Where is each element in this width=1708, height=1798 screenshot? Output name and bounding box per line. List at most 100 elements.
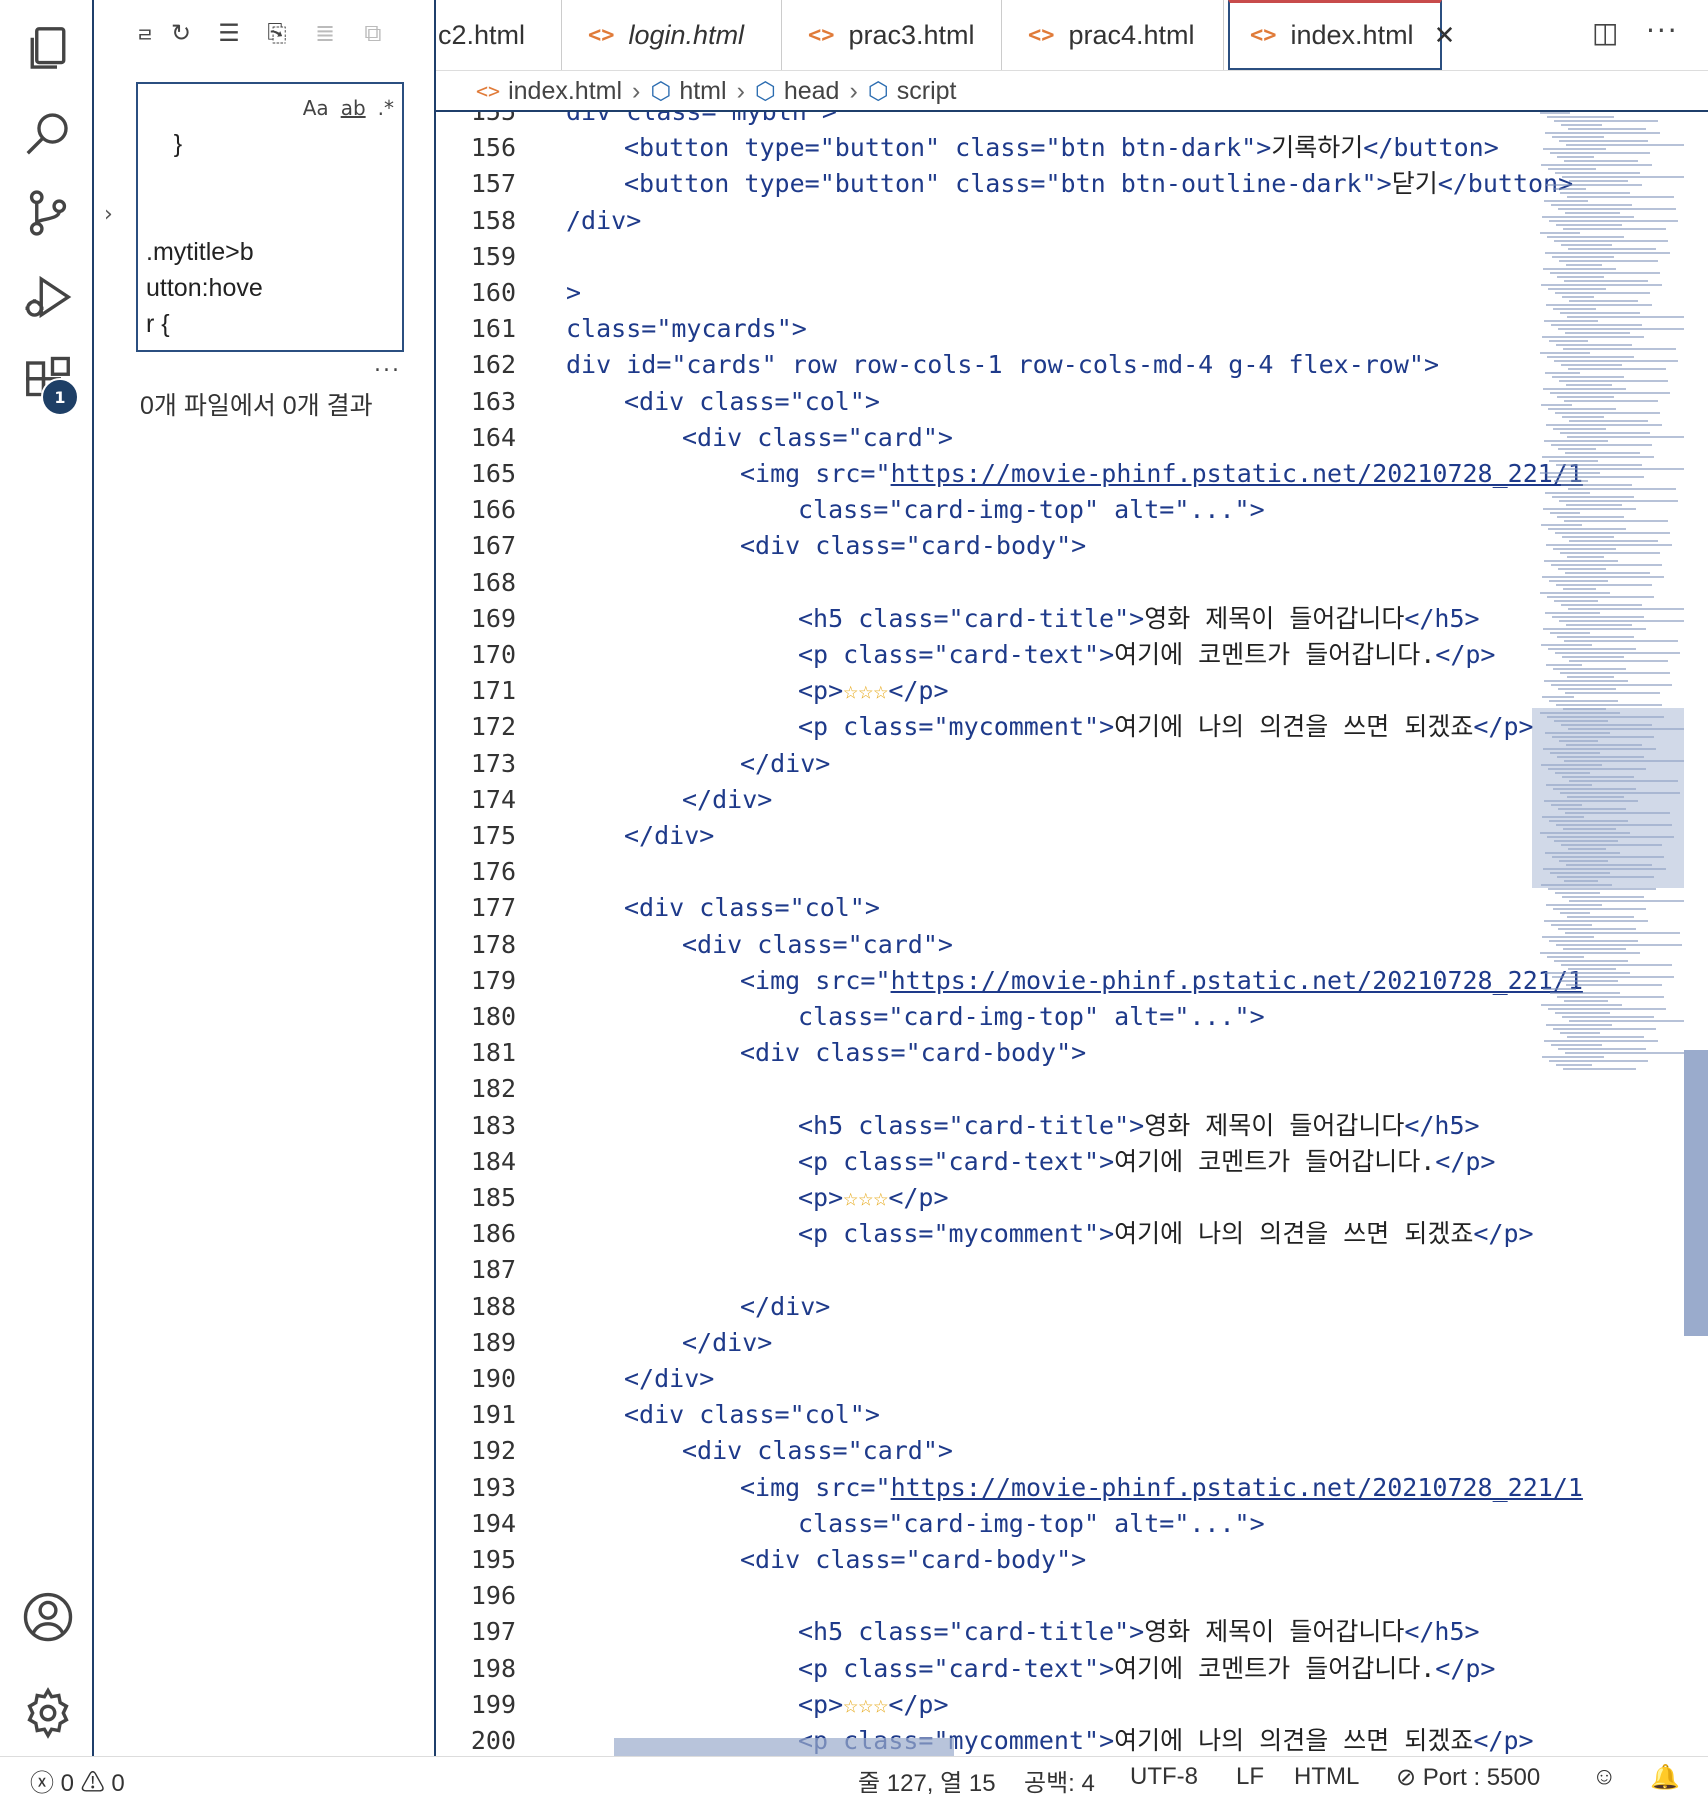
code-line[interactable]: 180 class="card-img-top" alt="...">	[436, 999, 1536, 1035]
tab-index[interactable]: <> index.html ✕	[1228, 0, 1455, 70]
clear-results-icon[interactable]: ☰	[212, 16, 246, 50]
breadcrumb-item[interactable]: ⬡ head	[755, 77, 840, 106]
code-line[interactable]: 181 <div class="card-body">	[436, 1035, 1536, 1071]
language-mode[interactable]: HTML	[1294, 1763, 1359, 1791]
explorer-icon[interactable]	[19, 20, 77, 78]
regex-option[interactable]: .*	[378, 96, 394, 120]
code-line[interactable]: 199 <p>☆☆☆</p>	[436, 1687, 1536, 1723]
code-line[interactable]: 193 <img src="https://movie-phinf.pstatic…	[436, 1470, 1583, 1506]
tab-prac3[interactable]: <> prac3.html	[782, 0, 1002, 70]
code-line[interactable]: 160 >	[436, 275, 1536, 311]
code-line[interactable]: 187	[436, 1252, 1536, 1288]
code-line[interactable]: 172 <p class="mycomment">여기에 나의 의견을 쓰면 되겠…	[436, 709, 1536, 745]
code-line[interactable]: 177 <div class="col">	[436, 890, 1536, 926]
html-file-icon: <>	[1250, 23, 1277, 48]
breadcrumb-item[interactable]: ⬡ script	[868, 77, 957, 106]
match-case-option[interactable]: Aa	[303, 96, 329, 120]
code-line[interactable]: 179 <img src="https://movie-phinf.pstatic…	[436, 963, 1583, 999]
collapse-all-icon[interactable]: ≣	[308, 16, 342, 50]
code-line[interactable]: 200<p class="mycomment">여기에 나의 의견을 쓰면 되겠…	[436, 1723, 1536, 1756]
minimap-line	[1561, 604, 1642, 606]
code-line[interactable]: 167 <div class="card-body">	[436, 528, 1536, 564]
code-line[interactable]: 163 <div class="col">	[436, 384, 1536, 420]
code-line[interactable]: 186 <p class="mycomment">여기에 나의 의견을 쓰면 되겠…	[436, 1216, 1536, 1252]
code-line[interactable]: 165 <img src="https://movie-phinf.pstatic…	[436, 456, 1583, 492]
code-editor[interactable]: 155 div class="mybtn"> 156 <button type="bu…	[436, 112, 1708, 1756]
extensions-icon[interactable]: 1	[19, 352, 79, 416]
code-line[interactable]: 178 <div class="card">	[436, 927, 1536, 963]
refresh-icon[interactable]: ↻	[164, 16, 198, 50]
minimap[interactable]	[1536, 112, 1684, 1756]
minimap-viewport[interactable]	[1532, 708, 1684, 888]
indentation[interactable]: 공백: 4	[1024, 1763, 1095, 1798]
code-line[interactable]: 164 <div class="card">	[436, 420, 1536, 456]
minimap-line	[1568, 608, 1684, 610]
expand-all-icon[interactable]: ⧉	[356, 16, 390, 50]
line-ending[interactable]: LF	[1236, 1763, 1264, 1791]
tab-c2[interactable]: c2.html	[436, 0, 562, 70]
code-line[interactable]: 182	[436, 1071, 1536, 1107]
problems-indicator[interactable]: ⓧ 0 ⚠ 0	[30, 1763, 125, 1798]
chevron-right-icon[interactable]: ›	[104, 202, 113, 227]
code-line[interactable]: 188 </div>	[436, 1289, 1536, 1325]
code-line[interactable]: 158/div>	[436, 203, 1536, 239]
code-line[interactable]: 191 <div class="col">	[436, 1397, 1536, 1433]
code-line[interactable]: 196	[436, 1578, 1536, 1614]
code-line[interactable]: 185 <p>☆☆☆</p>	[436, 1180, 1536, 1216]
whole-word-option[interactable]: ab	[341, 96, 366, 120]
feedback-icon[interactable]: ☺	[1592, 1763, 1617, 1791]
code-line[interactable]: 189 </div>	[436, 1325, 1536, 1361]
code-line[interactable]: 171 <p>☆☆☆</p>	[436, 673, 1536, 709]
tab-label: login.html	[628, 19, 745, 50]
editor-scrollbar[interactable]	[1684, 1050, 1708, 1336]
code-line[interactable]: 197 <h5 class="card-title">영화 제목이 들어갑니다</…	[436, 1614, 1536, 1650]
bell-icon[interactable]: 🔔	[1650, 1763, 1680, 1792]
code-line[interactable]: 183 <h5 class="card-title">영화 제목이 들어갑니다</…	[436, 1108, 1536, 1144]
code-line[interactable]: 161 class="mycards">	[436, 311, 1536, 347]
account-icon[interactable]	[19, 1588, 77, 1646]
code-line[interactable]: 155 div class="mybtn">	[436, 112, 1536, 130]
code-line[interactable]: 175 </div>	[436, 818, 1536, 854]
live-server-port[interactable]: ⊘ Port : 5500	[1396, 1763, 1540, 1792]
code-line[interactable]: 173 </div>	[436, 746, 1536, 782]
tab-login[interactable]: <> login.html	[562, 0, 782, 70]
code-line[interactable]: 157 <button type="button" class="btn btn-…	[436, 166, 1573, 202]
line-number: 161	[470, 314, 516, 344]
source-control-icon[interactable]	[19, 184, 77, 242]
breadcrumb-item[interactable]: <> index.html	[476, 77, 622, 106]
code-line[interactable]: 194 class="card-img-top" alt="...">	[436, 1506, 1536, 1542]
more-actions-icon[interactable]: ···	[1646, 14, 1679, 47]
more-options-icon[interactable]: ...	[374, 352, 401, 377]
encoding[interactable]: UTF-8	[1130, 1763, 1198, 1791]
code-line[interactable]: 176	[436, 854, 1536, 890]
code-line[interactable]: 166 class="card-img-top" alt="...">	[436, 492, 1536, 528]
code-line[interactable]: 195 <div class="card-body">	[436, 1542, 1536, 1578]
code-line[interactable]: 184 <p class="card-text">여기에 코멘트가 들어갑니다.<…	[436, 1144, 1536, 1180]
gear-icon[interactable]	[19, 1684, 77, 1742]
minimap-line	[1549, 700, 1618, 702]
code-line[interactable]: 170 <p class="card-text">여기에 코멘트가 들어갑니다.<…	[436, 637, 1536, 673]
minimap-line	[1563, 348, 1676, 350]
code-line[interactable]: 168	[436, 565, 1536, 601]
line-number: 178	[470, 929, 516, 959]
code-line[interactable]: 198 <p class="card-text">여기에 코멘트가 들어갑니다.<…	[436, 1651, 1536, 1687]
code-line[interactable]: 169 <h5 class="card-title">영화 제목이 들어갑니다</…	[436, 601, 1536, 637]
tab-prac4[interactable]: <> prac4.html	[1002, 0, 1224, 70]
code-line[interactable]: 156 <button type="button" class="btn btn-…	[436, 130, 1536, 166]
search-icon[interactable]	[19, 104, 77, 162]
split-editor-icon[interactable]: ◫	[1592, 16, 1618, 49]
toggle-replace-icon[interactable]: ㄹ	[128, 16, 162, 50]
search-input[interactable]: Aa ab .* } .mytitle>b utton:hove r {	[136, 82, 404, 352]
minimap-line	[1566, 984, 1662, 986]
breadcrumb-item[interactable]: ⬡ html	[650, 77, 726, 106]
minimap-line	[1557, 276, 1604, 278]
new-search-editor-icon[interactable]: ⎘	[260, 16, 294, 50]
cursor-position[interactable]: 줄 127, 열 15	[858, 1763, 996, 1798]
close-icon[interactable]: ✕	[1434, 20, 1456, 51]
code-line[interactable]: 159	[436, 239, 1536, 275]
code-line[interactable]: 162 div id="cards" row row-cols-1 row-col…	[436, 347, 1536, 383]
code-line[interactable]: 192 <div class="card">	[436, 1433, 1536, 1469]
code-line[interactable]: 190 </div>	[436, 1361, 1536, 1397]
code-line[interactable]: 174 </div>	[436, 782, 1536, 818]
run-debug-icon[interactable]	[19, 268, 77, 326]
